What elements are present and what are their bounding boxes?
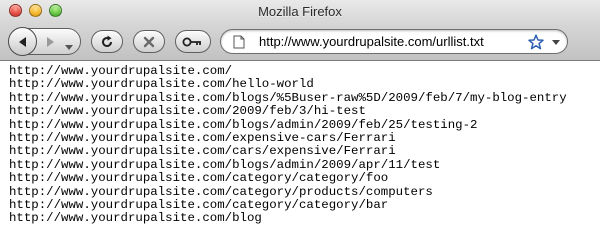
chevron-down-icon[interactable] — [551, 39, 561, 46]
url-list-line: http://www.yourdrupalsite.com/cars/expen… — [9, 144, 396, 159]
reload-button[interactable] — [91, 30, 123, 53]
star-icon[interactable] — [528, 34, 544, 50]
key-icon — [182, 37, 201, 46]
stop-icon — [143, 36, 155, 47]
title-bar: Mozilla Firefox — [0, 0, 600, 22]
back-arrow-icon — [18, 36, 26, 47]
history-dropdown-button[interactable] — [64, 38, 74, 50]
url-list-line: http://www.yourdrupalsite.com/blog — [9, 211, 262, 226]
url-list-line: http://www.yourdrupalsite.com/expensive-… — [9, 130, 396, 145]
page-content: http://www.yourdrupalsite.com/ http://ww… — [0, 62, 600, 232]
url-list-line: http://www.yourdrupalsite.com/2009/feb/3… — [9, 104, 366, 119]
window-title: Mozilla Firefox — [258, 4, 342, 19]
page-icon — [233, 35, 245, 49]
url-list-line: http://www.yourdrupalsite.com/blogs/admi… — [9, 117, 478, 132]
chevron-down-icon — [65, 45, 73, 50]
url-list-line: http://www.yourdrupalsite.com/blogs/%5Bu… — [9, 90, 567, 105]
url-list-line: http://www.yourdrupalsite.com/blogs/admi… — [9, 157, 441, 172]
stop-button[interactable] — [133, 30, 165, 53]
back-button[interactable] — [8, 27, 37, 56]
url-list-line: http://www.yourdrupalsite.com/ — [9, 64, 233, 78]
url-list-line: http://www.yourdrupalsite.com/category/p… — [9, 184, 433, 199]
url-list-line: http://www.yourdrupalsite.com/category/c… — [9, 171, 389, 186]
browser-chrome: Mozilla Firefox http://www.yourdrupalsit… — [0, 0, 600, 61]
forward-arrow-icon — [47, 37, 54, 47]
address-bar[interactable]: http://www.yourdrupalsite.com/urllist.tx… — [220, 29, 568, 54]
url-input[interactable]: http://www.yourdrupalsite.com/urllist.tx… — [259, 34, 484, 49]
browser-window: Mozilla Firefox http://www.yourdrupalsit… — [0, 0, 600, 232]
url-list-line: http://www.yourdrupalsite.com/category/c… — [9, 197, 389, 212]
back-forward-group — [8, 27, 81, 56]
home-button[interactable] — [175, 30, 211, 53]
forward-button[interactable] — [43, 35, 57, 49]
reload-icon — [102, 35, 112, 47]
url-list-line: http://www.yourdrupalsite.com/hello-worl… — [9, 77, 314, 92]
